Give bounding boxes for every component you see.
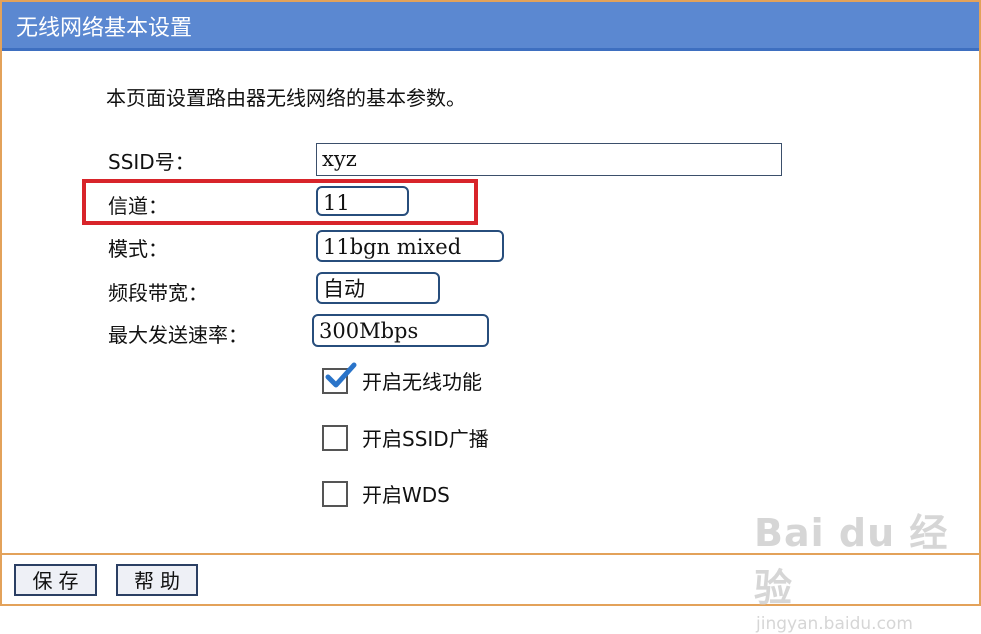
title-bar: 无线网络基本设置 — [2, 2, 979, 51]
watermark: Bai du 经验 jingyan.baidu.com — [754, 502, 979, 634]
ssid-label: SSID号： — [108, 150, 195, 174]
wireless-enable-label: 开启无线功能 — [362, 370, 482, 394]
save-button[interactable]: 保存 — [14, 564, 97, 596]
ssid-broadcast-checkbox[interactable] — [322, 425, 348, 451]
footer-divider — [2, 553, 979, 555]
page-description: 本页面设置路由器无线网络的基本参数。 — [106, 86, 466, 110]
wds-label: 开启WDS — [362, 483, 450, 507]
ssid-broadcast-label: 开启SSID广播 — [362, 427, 489, 451]
checkmark-icon — [325, 362, 357, 388]
settings-panel: 无线网络基本设置 本页面设置路由器无线网络的基本参数。 SSID号： xyz 信… — [0, 0, 981, 634]
mode-label: 模式： — [108, 237, 168, 261]
bandwidth-label: 频段带宽： — [108, 281, 208, 305]
ssid-input[interactable]: xyz — [316, 143, 782, 176]
watermark-brand: Bai du 经验 — [754, 511, 949, 610]
page-title: 无线网络基本设置 — [16, 16, 193, 41]
watermark-url: jingyan.baidu.com — [756, 614, 913, 634]
channel-highlight-box — [82, 179, 478, 225]
bandwidth-select[interactable]: 自动 — [316, 272, 440, 304]
max-rate-label: 最大发送速率： — [108, 323, 248, 347]
wds-checkbox[interactable] — [322, 481, 348, 507]
max-rate-select[interactable]: 300Mbps — [312, 314, 489, 347]
mode-select[interactable]: 11bgn mixed — [316, 230, 504, 262]
help-button[interactable]: 帮助 — [116, 564, 198, 596]
